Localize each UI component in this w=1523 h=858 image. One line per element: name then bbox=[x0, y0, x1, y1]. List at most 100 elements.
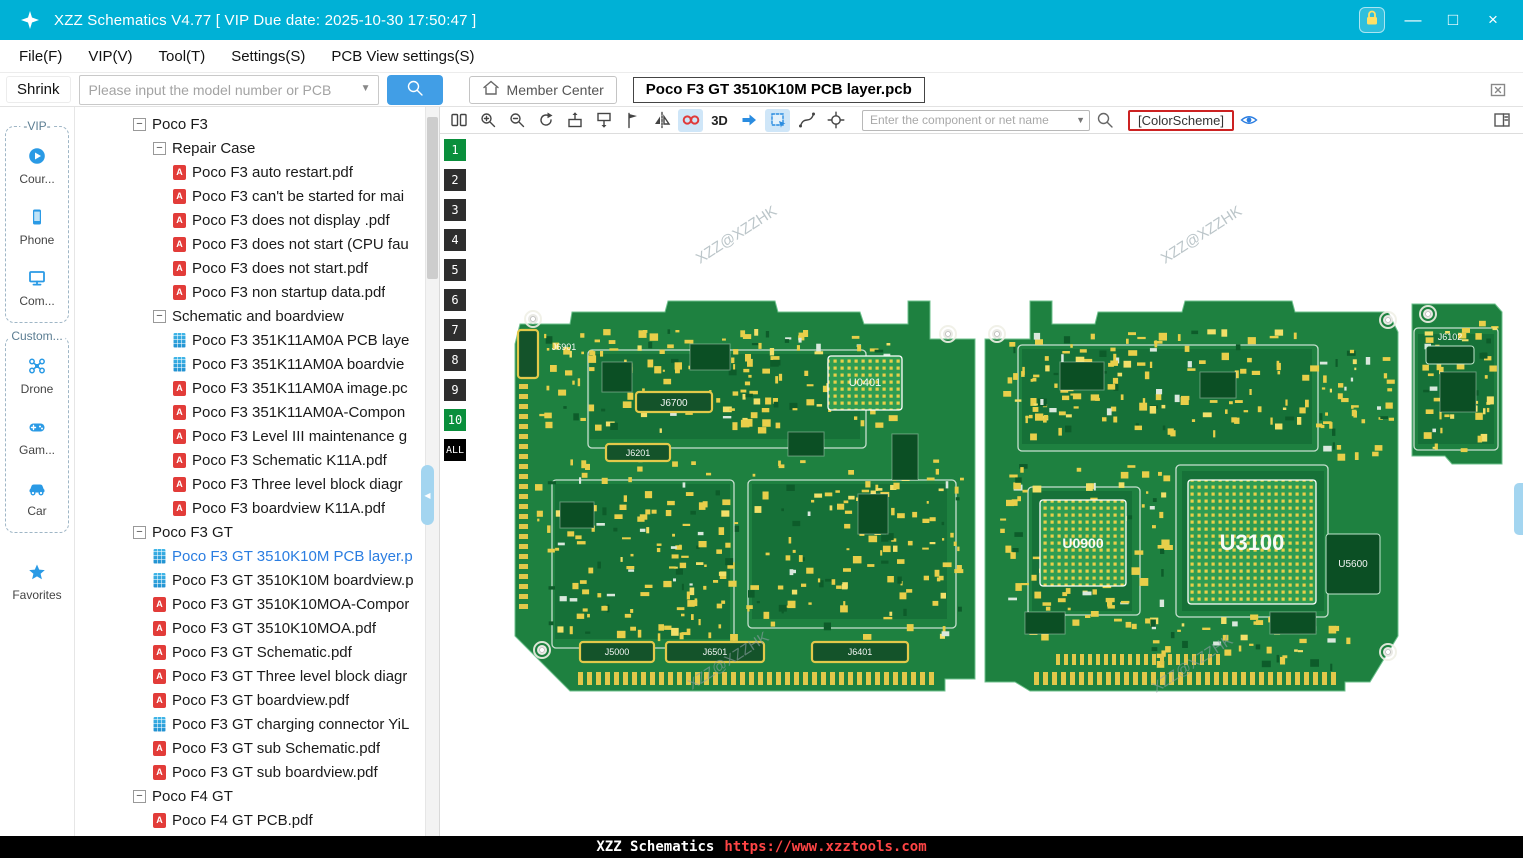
vip-item-com[interactable]: Com... bbox=[6, 267, 68, 308]
vip-item-drone[interactable]: Drone bbox=[6, 355, 68, 396]
box-down-icon[interactable] bbox=[591, 109, 616, 132]
tree-folder[interactable]: −Poco F3 GT bbox=[75, 520, 425, 544]
tree-file[interactable]: APoco F3 boardview K11A.pdf bbox=[75, 496, 425, 520]
layer-button-all[interactable]: ALL bbox=[444, 439, 466, 461]
curve-line-icon[interactable] bbox=[794, 109, 819, 132]
mirror-icon[interactable] bbox=[649, 109, 674, 132]
net-search-input[interactable] bbox=[862, 110, 1090, 131]
tree-file[interactable]: Poco F3 351K11AM0A boardvie bbox=[75, 352, 425, 376]
tree-file[interactable]: Poco F3 351K11AM0A PCB laye bbox=[75, 328, 425, 352]
tree-file[interactable]: APoco F3 GT Three level block diagr bbox=[75, 664, 425, 688]
menu-pcbviewsettingss[interactable]: PCB View settings(S) bbox=[318, 40, 487, 72]
tree-file[interactable]: APoco F3 GT 3510K10MOA.pdf bbox=[75, 616, 425, 640]
collapse-icon[interactable]: − bbox=[133, 526, 146, 539]
tree-file[interactable]: Poco F3 GT 3510K10M boardview.p bbox=[75, 568, 425, 592]
grab-origin-icon[interactable] bbox=[823, 109, 848, 132]
tree-folder[interactable]: −Repair Case bbox=[75, 136, 425, 160]
document-tab[interactable]: Poco F3 GT 3510K10M PCB layer.pcb bbox=[633, 77, 925, 103]
tree-file[interactable]: APoco F4 GT PCB.pdf bbox=[75, 808, 425, 832]
dropdown-caret-icon[interactable]: ▼ bbox=[1076, 115, 1085, 125]
collapse-icon[interactable]: − bbox=[153, 310, 166, 323]
tree-file[interactable]: APoco F3 GT 3510K10MOA-Compor bbox=[75, 592, 425, 616]
refresh-icon[interactable] bbox=[533, 109, 558, 132]
probe-flag-icon[interactable] bbox=[620, 109, 645, 132]
close-all-tabs-icon[interactable] bbox=[1487, 79, 1509, 101]
pcb-canvas[interactable]: 1 2 3 4 5 6 7 8 9 10 ALL J6901U0401J6700J6201J5000… bbox=[440, 134, 1523, 836]
tree-scrollbar-thumb[interactable] bbox=[427, 117, 438, 279]
zoom-out-icon[interactable] bbox=[504, 109, 529, 132]
minimize-button[interactable]: — bbox=[1401, 10, 1425, 30]
net-search-icon[interactable] bbox=[1094, 109, 1116, 131]
3d-view-button[interactable]: 3D bbox=[707, 109, 732, 132]
member-center-button[interactable]: Member Center bbox=[469, 76, 617, 104]
vip-item-gam[interactable]: Gam... bbox=[6, 416, 68, 457]
component-u3100[interactable]: U3100 bbox=[1188, 480, 1316, 604]
tree-file[interactable]: APoco F3 GT sub boardview.pdf bbox=[75, 760, 425, 784]
tree-folder[interactable]: −Poco F3 bbox=[75, 112, 425, 136]
menu-filef[interactable]: File(F) bbox=[6, 40, 75, 72]
layers-panel-toggle-icon[interactable] bbox=[1491, 109, 1513, 131]
tree-file[interactable]: APoco F3 GT boardview.pdf bbox=[75, 688, 425, 712]
layer-button-2[interactable]: 2 bbox=[444, 169, 466, 191]
tree-file[interactable]: APoco F3 non startup data.pdf bbox=[75, 280, 425, 304]
tree-file[interactable]: APoco F3 does not start (CPU fau bbox=[75, 232, 425, 256]
layer-button-3[interactable]: 3 bbox=[444, 199, 466, 221]
component-j5000[interactable]: J5000 bbox=[580, 642, 654, 662]
layer-button-8[interactable]: 8 bbox=[444, 349, 466, 371]
board-svg[interactable]: J6901U0401J6700J6201J5000J6501J6401U0900… bbox=[440, 134, 1523, 836]
tree-file[interactable]: APoco F3 does not display .pdf bbox=[75, 208, 425, 232]
layer-button-4[interactable]: 4 bbox=[444, 229, 466, 251]
collapse-icon[interactable]: − bbox=[153, 142, 166, 155]
component-u0401[interactable]: U0401 bbox=[828, 356, 902, 410]
component-j6700[interactable]: J6700 bbox=[636, 392, 712, 412]
split-view-icon[interactable] bbox=[446, 109, 471, 132]
layer-button-6[interactable]: 6 bbox=[444, 289, 466, 311]
tree-file[interactable]: APoco F3 auto restart.pdf bbox=[75, 160, 425, 184]
vip-item-cour[interactable]: Cour... bbox=[6, 145, 68, 186]
tree-file[interactable]: APoco F3 can't be started for mai bbox=[75, 184, 425, 208]
layer-button-7[interactable]: 7 bbox=[444, 319, 466, 341]
layer-button-10[interactable]: 10 bbox=[444, 409, 466, 431]
shrink-button[interactable]: Shrink bbox=[6, 76, 71, 103]
menu-toolt[interactable]: Tool(T) bbox=[146, 40, 219, 72]
layer-button-5[interactable]: 5 bbox=[444, 259, 466, 281]
area-select-icon[interactable] bbox=[765, 109, 790, 132]
tree-file[interactable]: APoco F3 Level III maintenance g bbox=[75, 424, 425, 448]
box-up-icon[interactable] bbox=[562, 109, 587, 132]
tree-file[interactable]: APoco F3 GT sub Schematic.pdf bbox=[75, 736, 425, 760]
visibility-eye-icon[interactable] bbox=[1238, 109, 1260, 131]
collapse-icon[interactable]: − bbox=[133, 118, 146, 131]
zoom-in-icon[interactable] bbox=[475, 109, 500, 132]
tree-file[interactable]: Poco F3 GT charging connector YiL bbox=[75, 712, 425, 736]
tree-file[interactable]: APoco F3 does not start.pdf bbox=[75, 256, 425, 280]
flip-arrow-icon[interactable] bbox=[736, 109, 761, 132]
component-j6201[interactable]: J6201 bbox=[606, 444, 670, 461]
layer-button-9[interactable]: 9 bbox=[444, 379, 466, 401]
tree-file[interactable]: APoco F3 Three level block diagr bbox=[75, 472, 425, 496]
red-lens-icon[interactable] bbox=[678, 109, 703, 132]
tree-file[interactable]: APoco F3 GT Schematic.pdf bbox=[75, 640, 425, 664]
close-button[interactable]: × bbox=[1481, 10, 1505, 30]
colorscheme-button[interactable]: [ColorScheme] bbox=[1128, 110, 1234, 131]
vip-item-phone[interactable]: Phone bbox=[6, 206, 68, 247]
tree-file[interactable]: Poco F3 GT 3510K10M PCB layer.p bbox=[75, 544, 425, 568]
tree-file[interactable]: APoco F3 351K11AM0A-Compon bbox=[75, 400, 425, 424]
vip-lock-button[interactable] bbox=[1359, 7, 1385, 33]
menu-vipv[interactable]: VIP(V) bbox=[75, 40, 145, 72]
component-u0900[interactable]: U0900 bbox=[1040, 500, 1126, 586]
right-panel-handle[interactable] bbox=[1514, 483, 1523, 535]
tree-file[interactable]: APoco F3 351K11AM0A image.pc bbox=[75, 376, 425, 400]
component-j6401[interactable]: J6401 bbox=[812, 642, 908, 662]
tree-collapse-handle[interactable]: ◀ bbox=[421, 465, 434, 525]
statusbar-url[interactable]: https://www.xzztools.com bbox=[724, 839, 926, 855]
maximize-button[interactable]: □ bbox=[1441, 10, 1465, 30]
model-search-input[interactable] bbox=[79, 75, 379, 105]
favorites-item[interactable]: Favorites bbox=[0, 561, 74, 602]
menu-settingss[interactable]: Settings(S) bbox=[218, 40, 318, 72]
vip-item-car[interactable]: Car bbox=[6, 477, 68, 518]
component-u5600[interactable]: U5600 bbox=[1326, 534, 1380, 594]
layer-button-1[interactable]: 1 bbox=[444, 139, 466, 161]
search-button[interactable] bbox=[387, 75, 443, 105]
tree-folder[interactable]: −Poco F4 GT bbox=[75, 784, 425, 808]
collapse-icon[interactable]: − bbox=[133, 790, 146, 803]
